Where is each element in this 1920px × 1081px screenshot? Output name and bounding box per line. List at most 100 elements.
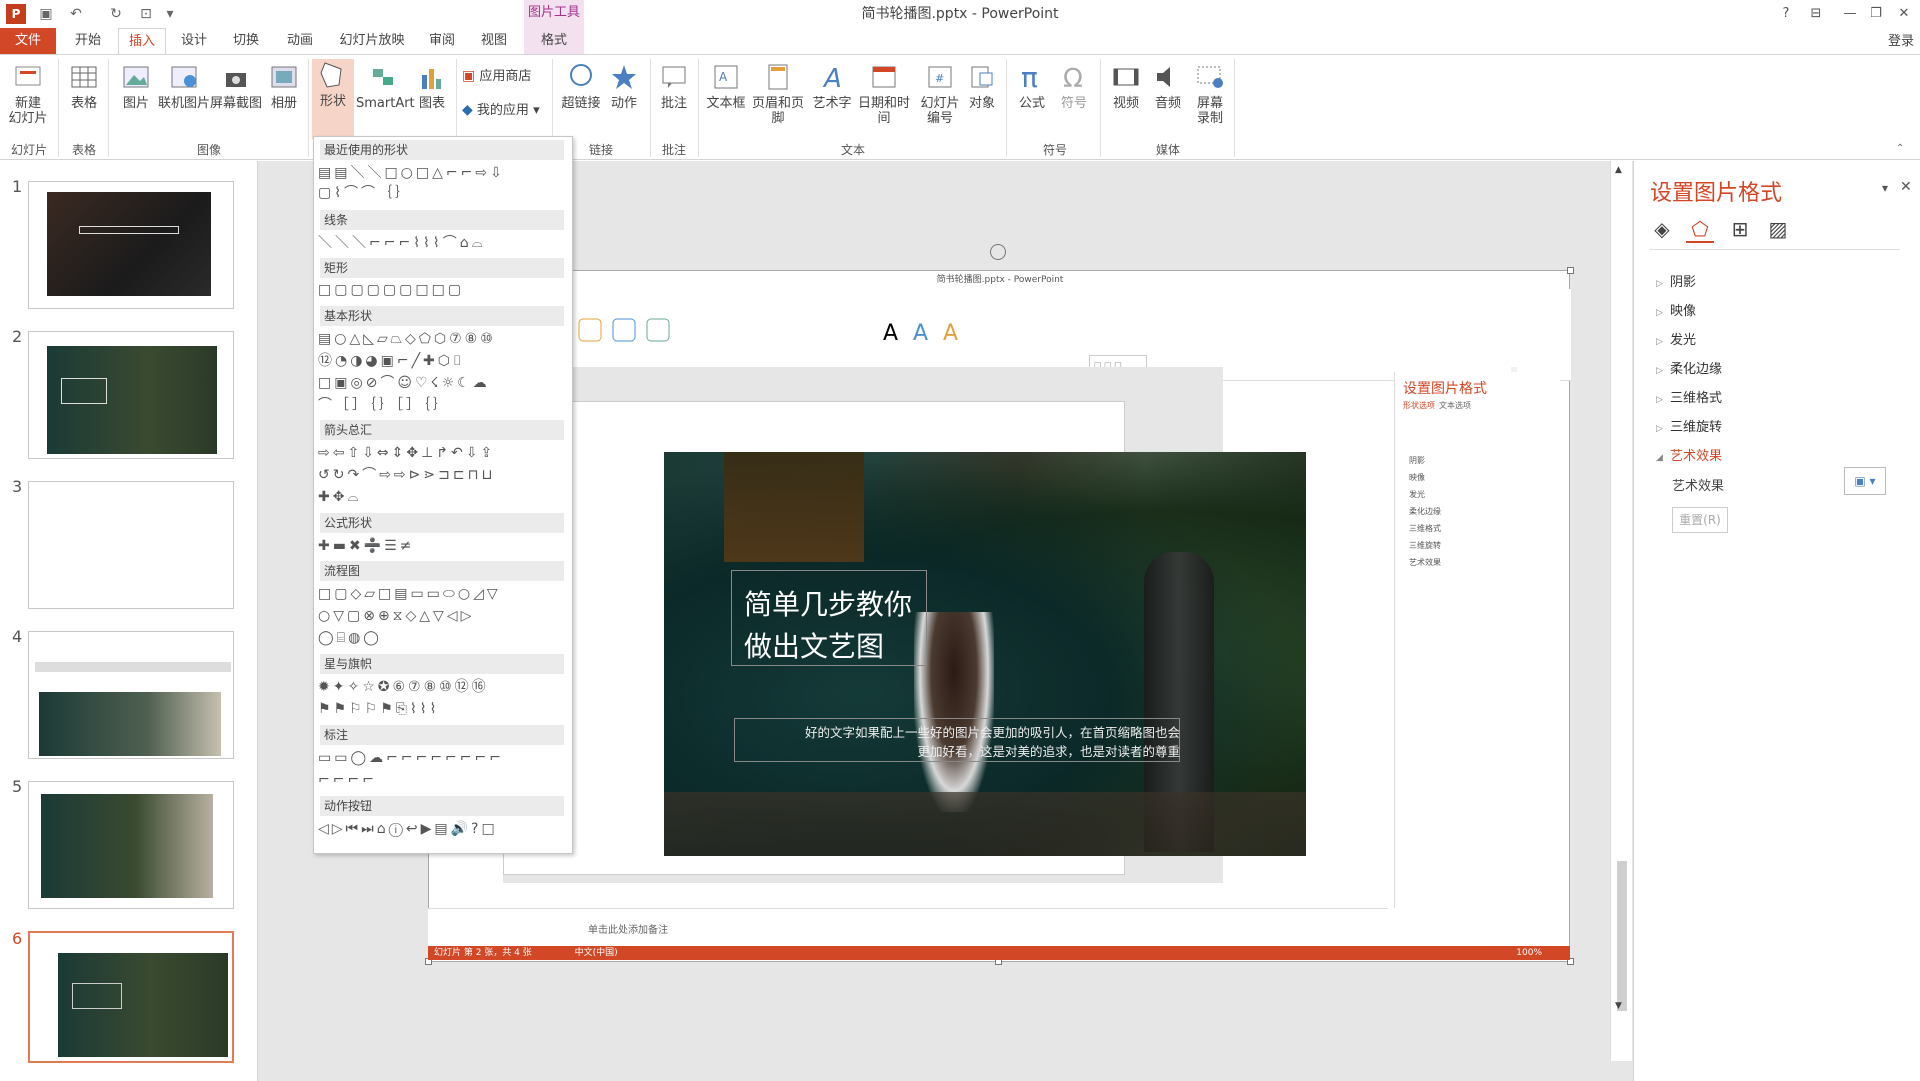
equation-button[interactable]: π 公式 [1012,61,1052,111]
format-item-reflection[interactable]: ▷ 映像 [1656,300,1696,319]
object-button[interactable]: 对象 [962,61,1002,111]
screen-record-button[interactable]: 屏幕 录制 [1190,61,1230,126]
online-picture-button[interactable]: 联机图片 [156,61,212,111]
shapes-row[interactable]: ◁▷⏮⏭⌂ⓘ↩▶▤🔊?□ [318,819,568,839]
shapes-row[interactable]: ▭▭◯☁⌐⌐⌐⌐⌐⌐⌐⌐ [318,748,568,768]
shapes-row[interactable]: ＼＼＼⌐⌐⌐⌇⌇⌇⌒⌂⌓ [318,233,568,253]
undo-icon[interactable]: ↶ [66,4,86,24]
embedded-pane-item: 映像 [1409,473,1425,482]
slide-body-text[interactable]: 好的文字如果配上一些好的图片会更加的吸引人，在首页缩略图也会 更加好看，这是对美… [740,723,1180,761]
tab-home[interactable]: 开始 [66,28,110,54]
scroll-down-icon[interactable]: ▼ [1615,1001,1622,1011]
shapes-row[interactable]: ✹✦✧☆✪⑥⑦⑧⑩⑫⑯ [318,677,568,697]
shapes-row[interactable]: ✚▬✖➗☰≠ [318,536,568,556]
my-apps-button[interactable]: ◆ 我的应用 ▾ [462,103,548,119]
picture-button[interactable]: 图片 [114,61,158,111]
headline-line-2: 做出文艺图 [744,630,885,663]
artistic-effects-dropdown[interactable]: ▣ ▾ [1844,467,1886,495]
slide-thumbnail-6[interactable] [28,931,234,1063]
tab-format[interactable]: 格式 [524,28,584,54]
save-icon[interactable]: ▣ [36,4,56,24]
shapes-row[interactable]: ↺↻↷⌒⇨⇨⊳⋗⊐⊏⊓⊔ [318,465,568,485]
pane-options-chevron-icon[interactable]: ▾ [1882,181,1888,195]
present-icon[interactable]: ⊡ [136,4,156,24]
format-item-soft-edges[interactable]: ▷ 柔化边缘 [1656,358,1722,377]
tab-review[interactable]: 审阅 [420,28,464,54]
datetime-button[interactable]: 日期和时间 [852,61,916,126]
help-icon[interactable]: ? [1772,3,1800,25]
shapes-button[interactable]: 形状 [312,59,354,139]
slide-thumbnail-4[interactable] [28,631,234,759]
tab-view[interactable]: 视图 [472,28,516,54]
shapes-row[interactable]: □▢▢▢▢▢□□▢ [318,280,568,300]
scrollbar-thumb[interactable] [1617,861,1627,1011]
tab-slideshow[interactable]: 幻灯片放映 [332,28,412,54]
video-button[interactable]: 视频 [1106,61,1146,111]
redo-icon[interactable]: ↻ [106,4,126,24]
textbox-button[interactable]: A 文本框 [704,61,748,111]
tab-file[interactable]: 文件 [0,28,56,54]
tab-insert[interactable]: 插入 [118,28,166,54]
audio-button[interactable]: 音频 [1148,61,1188,111]
shapes-row[interactable]: ⌐⌐⌐⌐ [318,770,568,790]
wordart-button[interactable]: A 艺术字 [810,61,854,111]
shapes-row[interactable]: ▢⌇⌒⌒｛｝ [318,183,568,203]
table-button[interactable]: 表格 [64,61,104,111]
shapes-row[interactable]: ▤○△◺▱⏢◇⬠⬡⑦⑧⑩ [318,329,568,349]
format-item-3d-rotation[interactable]: ▷ 三维旋转 [1656,416,1722,435]
ribbon-options-icon[interactable]: ⊟ [1802,3,1830,25]
slide-thumbnail-1[interactable] [28,181,234,309]
header-footer-button[interactable]: 页眉和页脚 [746,61,810,126]
slide-thumbnail-2[interactable] [28,331,234,459]
format-item-3d-format[interactable]: ▷ 三维格式 [1656,387,1722,406]
shapes-row[interactable]: □▢◇▱□▤▭▭⬭○◿▽ [318,584,568,604]
tab-animations[interactable]: 动画 [276,28,324,54]
shapes-gallery-dropdown[interactable]: 最近使用的形状 ▤▤＼＼□○□△⌐⌐⇨⇩ ▢⌇⌒⌒｛｝ 线条 ＼＼＼⌐⌐⌐⌇⌇⌇… [313,136,573,854]
new-slide-button[interactable]: 新建 幻灯片 [4,61,52,126]
close-icon[interactable]: ✕ [1890,3,1918,25]
shapes-row[interactable]: □▣◎⊘⌒☺♡☇☼☾☁ [318,373,568,393]
rotate-handle-icon[interactable] [990,244,1006,260]
picture-icon[interactable]: ▨ [1764,215,1792,243]
login-link[interactable]: 登录 [1888,30,1914,49]
screenshot-button[interactable]: 屏幕截图 [210,61,262,111]
slide-thumbnail-5[interactable] [28,781,234,909]
tab-transitions[interactable]: 切换 [224,28,268,54]
reset-button[interactable]: 重置(R) [1672,507,1728,533]
collapse-ribbon-icon[interactable]: ⌃ [1896,143,1904,154]
fill-line-icon[interactable]: ◈ [1648,215,1676,243]
shapes-row[interactable]: ⑫◔◑◕▣⌐╱✚⬡⌷ [318,351,568,371]
restore-icon[interactable]: ❐ [1862,3,1890,25]
format-item-shadow[interactable]: ▷ 阴影 [1656,271,1696,290]
shapes-row[interactable]: ◯⌸◍◯ [318,628,568,648]
effects-pentagon-icon[interactable]: ⬠ [1686,215,1714,243]
close-pane-icon[interactable]: ✕ [1900,179,1912,195]
shapes-row[interactable]: ⚑⚑⚐⚐⚑⎘⌇⌇⌇ [318,699,568,719]
album-button[interactable]: 相册 [264,61,304,111]
shapes-row[interactable]: ○▽▢⊗⊕⧖◇△▽◁▷ [318,606,568,626]
format-item-artistic-effects[interactable]: ◢ 艺术效果 [1656,445,1722,464]
comment-button[interactable]: 批注 [654,61,694,111]
tab-design[interactable]: 设计 [172,28,216,54]
smartart-button[interactable]: SmartArt [356,61,415,111]
format-item-glow[interactable]: ▷ 发光 [1656,329,1696,348]
minimize-icon[interactable]: — [1836,3,1864,25]
symbol-button[interactable]: Ω 符号 [1054,61,1094,111]
shapes-row[interactable]: ⌒［］｛｝［］｛｝ [318,395,568,415]
ribbon-separator [58,59,59,157]
slide-headline[interactable]: 简单几步教你 做出文艺图 [744,584,924,668]
chart-button[interactable]: 图表 [412,61,452,111]
size-properties-icon[interactable]: ⊞ [1726,215,1754,243]
slide-number-button[interactable]: # 幻灯片 编号 [916,61,964,126]
action-button[interactable]: 动作 [604,61,644,111]
hyperlink-button[interactable]: 超链接 [558,61,604,111]
shapes-row[interactable]: ✚✥⌓ [318,487,568,507]
resize-handle[interactable] [1567,267,1574,274]
shapes-row[interactable]: ▤▤＼＼□○□△⌐⌐⇨⇩ [318,163,568,183]
customize-toolbar-icon[interactable]: ▾ [160,4,180,24]
scroll-up-icon[interactable]: ▲ [1615,165,1622,175]
slide-thumbnail-3[interactable] [28,481,234,609]
shapes-row[interactable]: ⇨⇦⇧⇩⇔⇕✥⊥↱↶⇩⇪ [318,443,568,463]
store-button[interactable]: ▣ 应用商店 [462,69,548,85]
vertical-scrollbar[interactable]: ▲ ▼ [1610,161,1632,1061]
